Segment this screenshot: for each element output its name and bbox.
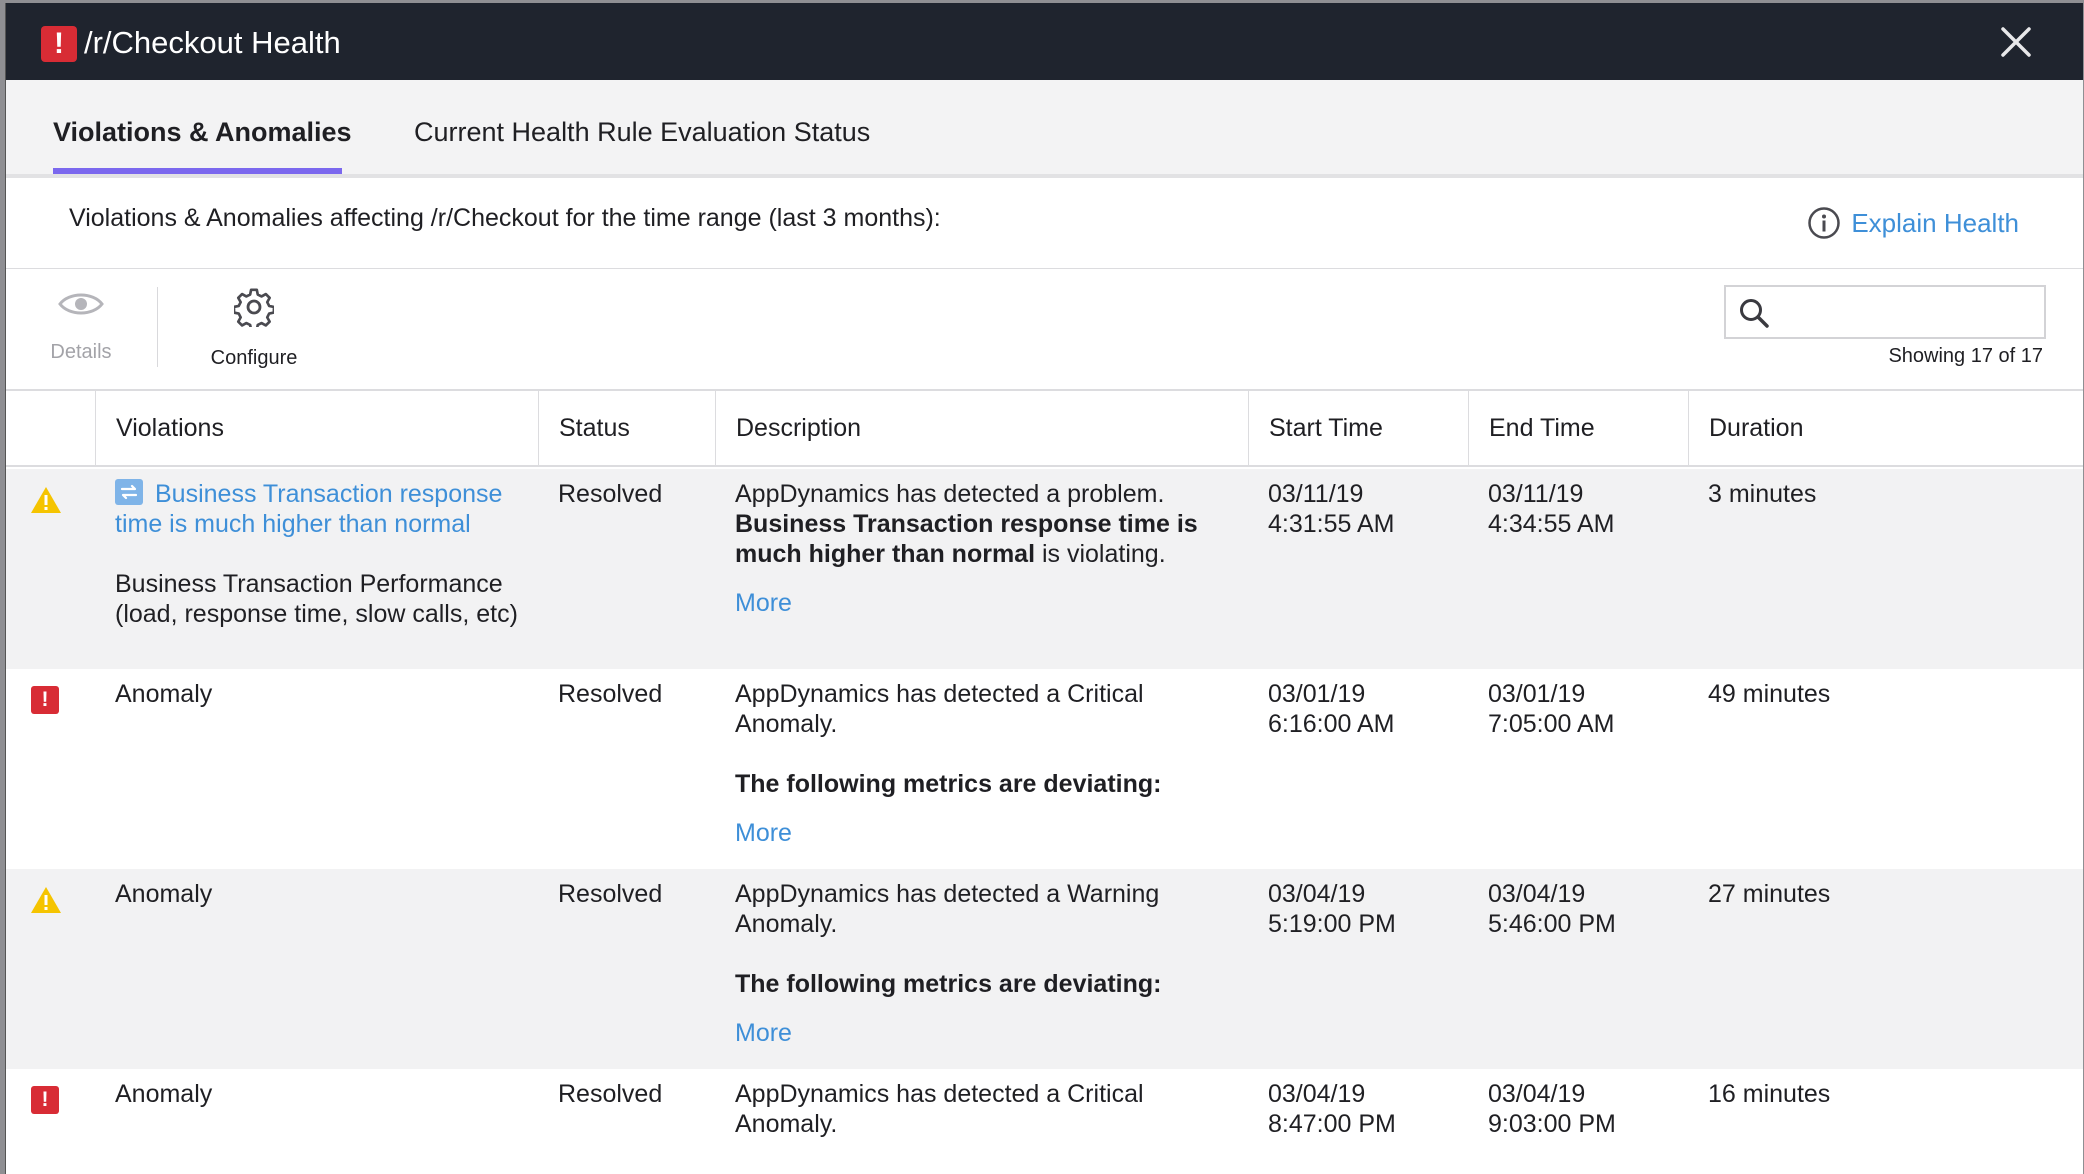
configure-label: Configure xyxy=(210,347,298,369)
violation-category: Business Transaction Performance (load, … xyxy=(115,570,518,628)
description-text: AppDynamics has detected a Warning Anoma… xyxy=(735,880,1160,938)
business-transaction-icon xyxy=(115,479,143,505)
start-time-cell: 03/11/19 4:31:55 AM xyxy=(1268,479,1394,539)
table-row[interactable]: ! Anomaly Resolved AppDynamics has detec… xyxy=(6,1069,2083,1174)
description-bold: The following metrics are deviating: xyxy=(735,770,1162,798)
violation-link-label: Business Transaction response time is mu… xyxy=(115,480,503,538)
close-icon xyxy=(2001,27,2031,57)
violation-cell: Anomaly xyxy=(115,680,213,708)
modal-title-bar: ! /r/Checkout Health xyxy=(6,3,2083,80)
more-link[interactable]: More xyxy=(735,818,1175,848)
start-date: 03/04/19 xyxy=(1268,880,1366,908)
end-time-cell: 03/11/19 4:34:55 AM xyxy=(1488,479,1614,539)
toolbar: Details Configure Showing 17 of 17 xyxy=(6,269,2083,391)
start-time-cell: 03/01/19 6:16:00 AM xyxy=(1268,679,1394,739)
table-row[interactable]: ! Anomaly Resolved AppDynamics has detec… xyxy=(6,669,2083,869)
column-header-start-time[interactable]: Start Time xyxy=(1248,391,1468,465)
more-link[interactable]: More xyxy=(735,588,1215,618)
start-time: 8:47:00 PM xyxy=(1268,1110,1396,1138)
details-button[interactable]: Details xyxy=(36,287,126,364)
eye-icon xyxy=(58,293,104,315)
info-row: Violations & Anomalies affecting /r/Chec… xyxy=(6,178,2083,269)
start-date: 03/01/19 xyxy=(1268,680,1366,708)
start-time: 6:16:00 AM xyxy=(1268,710,1395,738)
table-row[interactable]: Anomaly Resolved AppDynamics has detecte… xyxy=(6,869,2083,1069)
result-count: Showing 17 of 17 xyxy=(1888,345,2043,367)
duration-cell: 16 minutes xyxy=(1708,1080,1831,1108)
table-header: Violations Status Description Start Time… xyxy=(6,391,2083,467)
start-time: 4:31:55 AM xyxy=(1268,510,1395,538)
alert-badge-icon: ! xyxy=(41,26,77,62)
description-text: AppDynamics has detected a Critical Anom… xyxy=(735,680,1144,738)
violation-cell: Business Transaction response time is mu… xyxy=(115,479,525,629)
end-time: 5:46:00 PM xyxy=(1488,910,1616,938)
configure-button[interactable]: Configure xyxy=(199,287,309,370)
status-cell: Resolved xyxy=(558,480,663,508)
violation-cell: Anomaly xyxy=(115,1080,213,1108)
duration-cell: 27 minutes xyxy=(1708,880,1831,908)
table-row[interactable]: Business Transaction response time is mu… xyxy=(6,469,2083,669)
gear-icon xyxy=(232,288,276,332)
description-cell: AppDynamics has detected a problem. Busi… xyxy=(735,479,1215,618)
start-time-cell: 03/04/19 5:19:00 PM xyxy=(1268,879,1396,939)
search-input[interactable] xyxy=(1776,292,2030,330)
more-link[interactable]: More xyxy=(735,1018,1175,1048)
severity-column-header xyxy=(6,391,95,465)
end-date: 03/04/19 xyxy=(1488,1080,1586,1108)
end-time: 9:03:00 PM xyxy=(1488,1110,1616,1138)
explain-health-link[interactable]: Explain Health xyxy=(1807,206,2019,240)
explain-health-label: Explain Health xyxy=(1851,207,2019,238)
description-bold: The following metrics are deviating: xyxy=(735,970,1162,998)
toolbar-divider xyxy=(157,287,158,367)
column-header-status[interactable]: Status xyxy=(538,391,715,465)
violation-cell: Anomaly xyxy=(115,880,213,908)
column-header-violations[interactable]: Violations xyxy=(95,391,538,465)
modal-title: /r/Checkout Health xyxy=(84,25,341,60)
end-time: 7:05:00 AM xyxy=(1488,710,1615,738)
close-button[interactable] xyxy=(1999,25,2033,59)
status-cell: Resolved xyxy=(558,680,663,708)
duration-cell: 49 minutes xyxy=(1708,680,1831,708)
tab-current-health-rule-status[interactable]: Current Health Rule Evaluation Status xyxy=(414,112,870,152)
end-time-cell: 03/04/19 5:46:00 PM xyxy=(1488,879,1616,939)
start-time-cell: 03/04/19 8:47:00 PM xyxy=(1268,1079,1396,1139)
start-date: 03/11/19 xyxy=(1268,480,1364,508)
search-box[interactable] xyxy=(1724,285,2046,339)
tab-violations-anomalies[interactable]: Violations & Anomalies xyxy=(53,112,352,152)
status-cell: Resolved xyxy=(558,1080,663,1108)
time-range-description: Violations & Anomalies affecting /r/Chec… xyxy=(69,204,941,232)
start-time: 5:19:00 PM xyxy=(1268,910,1396,938)
description-text: AppDynamics has detected a Critical Anom… xyxy=(735,1080,1144,1138)
warning-triangle-icon xyxy=(31,487,61,513)
critical-badge-icon: ! xyxy=(31,1086,59,1114)
end-date: 03/11/19 xyxy=(1488,480,1584,508)
column-header-end-time[interactable]: End Time xyxy=(1468,391,1688,465)
end-time-cell: 03/04/19 9:03:00 PM xyxy=(1488,1079,1616,1139)
search-icon xyxy=(1740,299,1769,328)
column-header-description[interactable]: Description xyxy=(715,391,1248,465)
details-label: Details xyxy=(50,341,112,363)
description-cell: AppDynamics has detected a Critical Anom… xyxy=(735,679,1175,848)
info-circle-icon xyxy=(1808,207,1841,239)
end-time-cell: 03/01/19 7:05:00 AM xyxy=(1488,679,1614,739)
tab-bar: Violations & Anomalies Current Health Ru… xyxy=(6,80,2083,179)
description-tail: is violating. xyxy=(1035,540,1166,568)
end-date: 03/04/19 xyxy=(1488,880,1586,908)
health-modal: ! /r/Checkout Health Violations & Anomal… xyxy=(5,3,2083,1174)
end-date: 03/01/19 xyxy=(1488,680,1586,708)
description-cell: AppDynamics has detected a Critical Anom… xyxy=(735,1079,1175,1139)
critical-badge-icon: ! xyxy=(31,686,59,714)
description-cell: AppDynamics has detected a Warning Anoma… xyxy=(735,879,1175,1048)
warning-triangle-icon xyxy=(31,887,61,913)
violation-link[interactable]: Business Transaction response time is mu… xyxy=(115,479,525,539)
start-date: 03/04/19 xyxy=(1268,1080,1366,1108)
description-text: AppDynamics has detected a problem. xyxy=(735,480,1165,508)
column-header-duration[interactable]: Duration xyxy=(1688,391,2083,465)
active-tab-indicator xyxy=(53,168,342,174)
status-cell: Resolved xyxy=(558,880,663,908)
end-time: 4:34:55 AM xyxy=(1488,510,1615,538)
duration-cell: 3 minutes xyxy=(1708,480,1817,508)
